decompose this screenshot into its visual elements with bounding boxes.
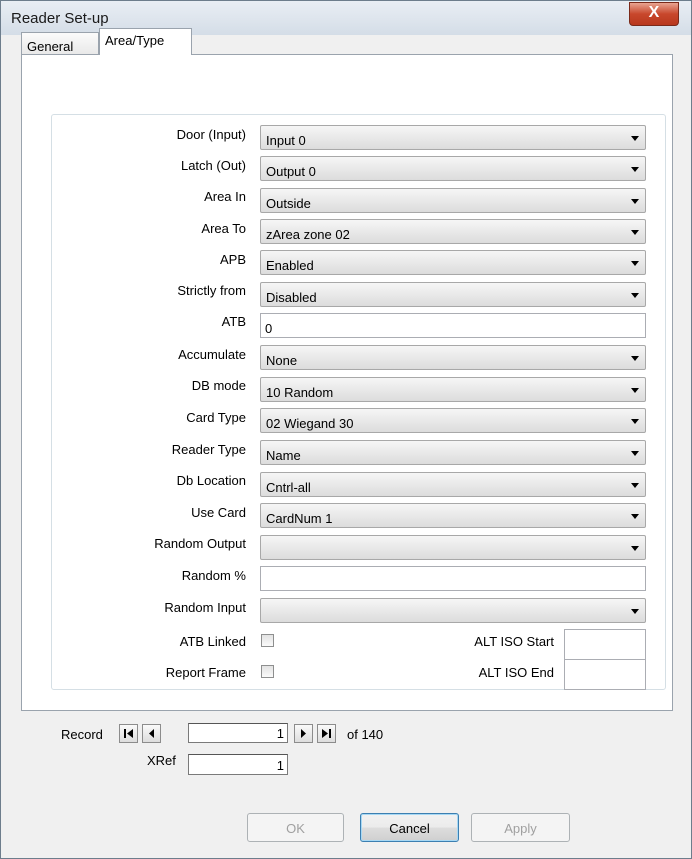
chevron-down-icon — [631, 136, 639, 141]
chevron-down-icon — [631, 419, 639, 424]
apply-button[interactable]: Apply — [471, 813, 570, 842]
db-mode-label: DB mode — [191, 378, 246, 393]
chevron-down-icon — [631, 546, 639, 551]
window-title: Reader Set-up — [11, 10, 109, 27]
accumulate-label: Accumulate — [178, 347, 246, 362]
first-record-icon — [124, 729, 133, 738]
alt-iso-end-input[interactable] — [564, 659, 646, 690]
chevron-down-icon — [631, 388, 639, 393]
prev-record-button[interactable] — [142, 724, 161, 743]
strictly-from-label: Strictly from — [177, 283, 246, 298]
first-record-button[interactable] — [119, 724, 138, 743]
atb-label: ATB — [221, 314, 246, 329]
prev-record-icon — [149, 729, 154, 738]
random-input-select[interactable] — [260, 598, 646, 623]
reader-type-label: Reader Type — [171, 442, 246, 457]
chevron-down-icon — [631, 609, 639, 614]
apb-value: Enabled — [266, 258, 314, 273]
record-label: Record — [61, 727, 103, 742]
door-input-value: Input 0 — [266, 133, 306, 148]
strictly-from-value: Disabled — [266, 290, 317, 305]
chevron-down-icon — [631, 167, 639, 172]
door-input-label: Door (Input) — [176, 127, 246, 142]
db-location-label: Db Location — [176, 473, 246, 488]
db-mode-value: 10 Random — [266, 385, 334, 400]
latch-out-select[interactable]: Output 0 — [260, 156, 646, 181]
tab-general[interactable]: General — [21, 32, 99, 54]
latch-out-label: Latch (Out) — [180, 158, 246, 173]
chevron-down-icon — [631, 514, 639, 519]
accumulate-select[interactable]: None — [260, 345, 646, 370]
random-output-label: Random Output — [154, 536, 246, 551]
last-record-icon — [322, 729, 331, 738]
report-frame-checkbox[interactable] — [261, 665, 274, 678]
tab-area-type[interactable]: Area/Type — [99, 28, 192, 55]
db-location-select[interactable]: Cntrl-all — [260, 472, 646, 497]
random-output-select[interactable] — [260, 535, 646, 560]
close-button[interactable]: X — [629, 2, 679, 26]
chevron-down-icon — [631, 261, 639, 266]
area-in-select[interactable]: Outside — [260, 188, 646, 213]
area-to-select[interactable]: zArea zone 02 — [260, 219, 646, 244]
reader-type-value: Name — [266, 448, 301, 463]
strictly-from-select[interactable]: Disabled — [260, 282, 646, 307]
chevron-down-icon — [631, 199, 639, 204]
chevron-down-icon — [631, 451, 639, 456]
random-pct-label: Random % — [181, 568, 246, 583]
alt-iso-start-label: ALT ISO Start — [474, 634, 554, 649]
card-type-label: Card Type — [186, 410, 246, 425]
next-record-button[interactable] — [294, 724, 313, 743]
record-total: of 140 — [347, 727, 384, 742]
door-input-select[interactable]: Input 0 — [260, 125, 646, 150]
record-number-input[interactable]: 1 — [188, 723, 288, 743]
area-to-value: zArea zone 02 — [266, 227, 350, 242]
xref-input[interactable]: 1 — [188, 754, 288, 775]
card-type-select[interactable]: 02 Wiegand 30 — [260, 408, 646, 433]
next-record-icon — [301, 729, 306, 738]
card-type-value: 02 Wiegand 30 — [266, 416, 354, 431]
area-to-label: Area To — [201, 221, 246, 236]
alt-iso-start-input[interactable] — [564, 629, 646, 660]
apb-label: APB — [219, 252, 246, 267]
atb-linked-checkbox[interactable] — [261, 634, 274, 647]
alt-iso-end-label: ALT ISO End — [478, 665, 554, 680]
db-mode-select[interactable]: 10 Random — [260, 377, 646, 402]
atb-input[interactable]: 0 — [260, 313, 646, 338]
report-frame-label: Report Frame — [165, 665, 246, 680]
area-in-label: Area In — [204, 189, 246, 204]
accumulate-value: None — [266, 353, 298, 368]
use-card-value: CardNum 1 — [266, 511, 333, 526]
atb-value: 0 — [265, 321, 273, 336]
apb-select[interactable]: Enabled — [260, 250, 646, 275]
last-record-button[interactable] — [317, 724, 336, 743]
ok-button[interactable]: OK — [247, 813, 344, 842]
db-location-value: Cntrl-all — [266, 480, 311, 495]
chevron-down-icon — [631, 356, 639, 361]
reader-type-select[interactable]: Name — [260, 440, 646, 465]
use-card-label: Use Card — [191, 505, 246, 520]
cancel-button[interactable]: Cancel — [360, 813, 459, 842]
chevron-down-icon — [631, 230, 639, 235]
chevron-down-icon — [631, 483, 639, 488]
area-in-value: Outside — [266, 196, 311, 211]
random-input-label: Random Input — [164, 600, 246, 615]
chevron-down-icon — [631, 293, 639, 298]
use-card-select[interactable]: CardNum 1 — [260, 503, 646, 528]
xref-label: XRef — [147, 753, 176, 768]
atb-linked-label: ATB Linked — [179, 634, 246, 649]
random-pct-input[interactable] — [260, 566, 646, 591]
latch-out-value: Output 0 — [266, 164, 316, 179]
reader-setup-dialog: Reader Set-up X General Area/Type Door (… — [0, 0, 692, 859]
close-icon: X — [648, 4, 660, 21]
